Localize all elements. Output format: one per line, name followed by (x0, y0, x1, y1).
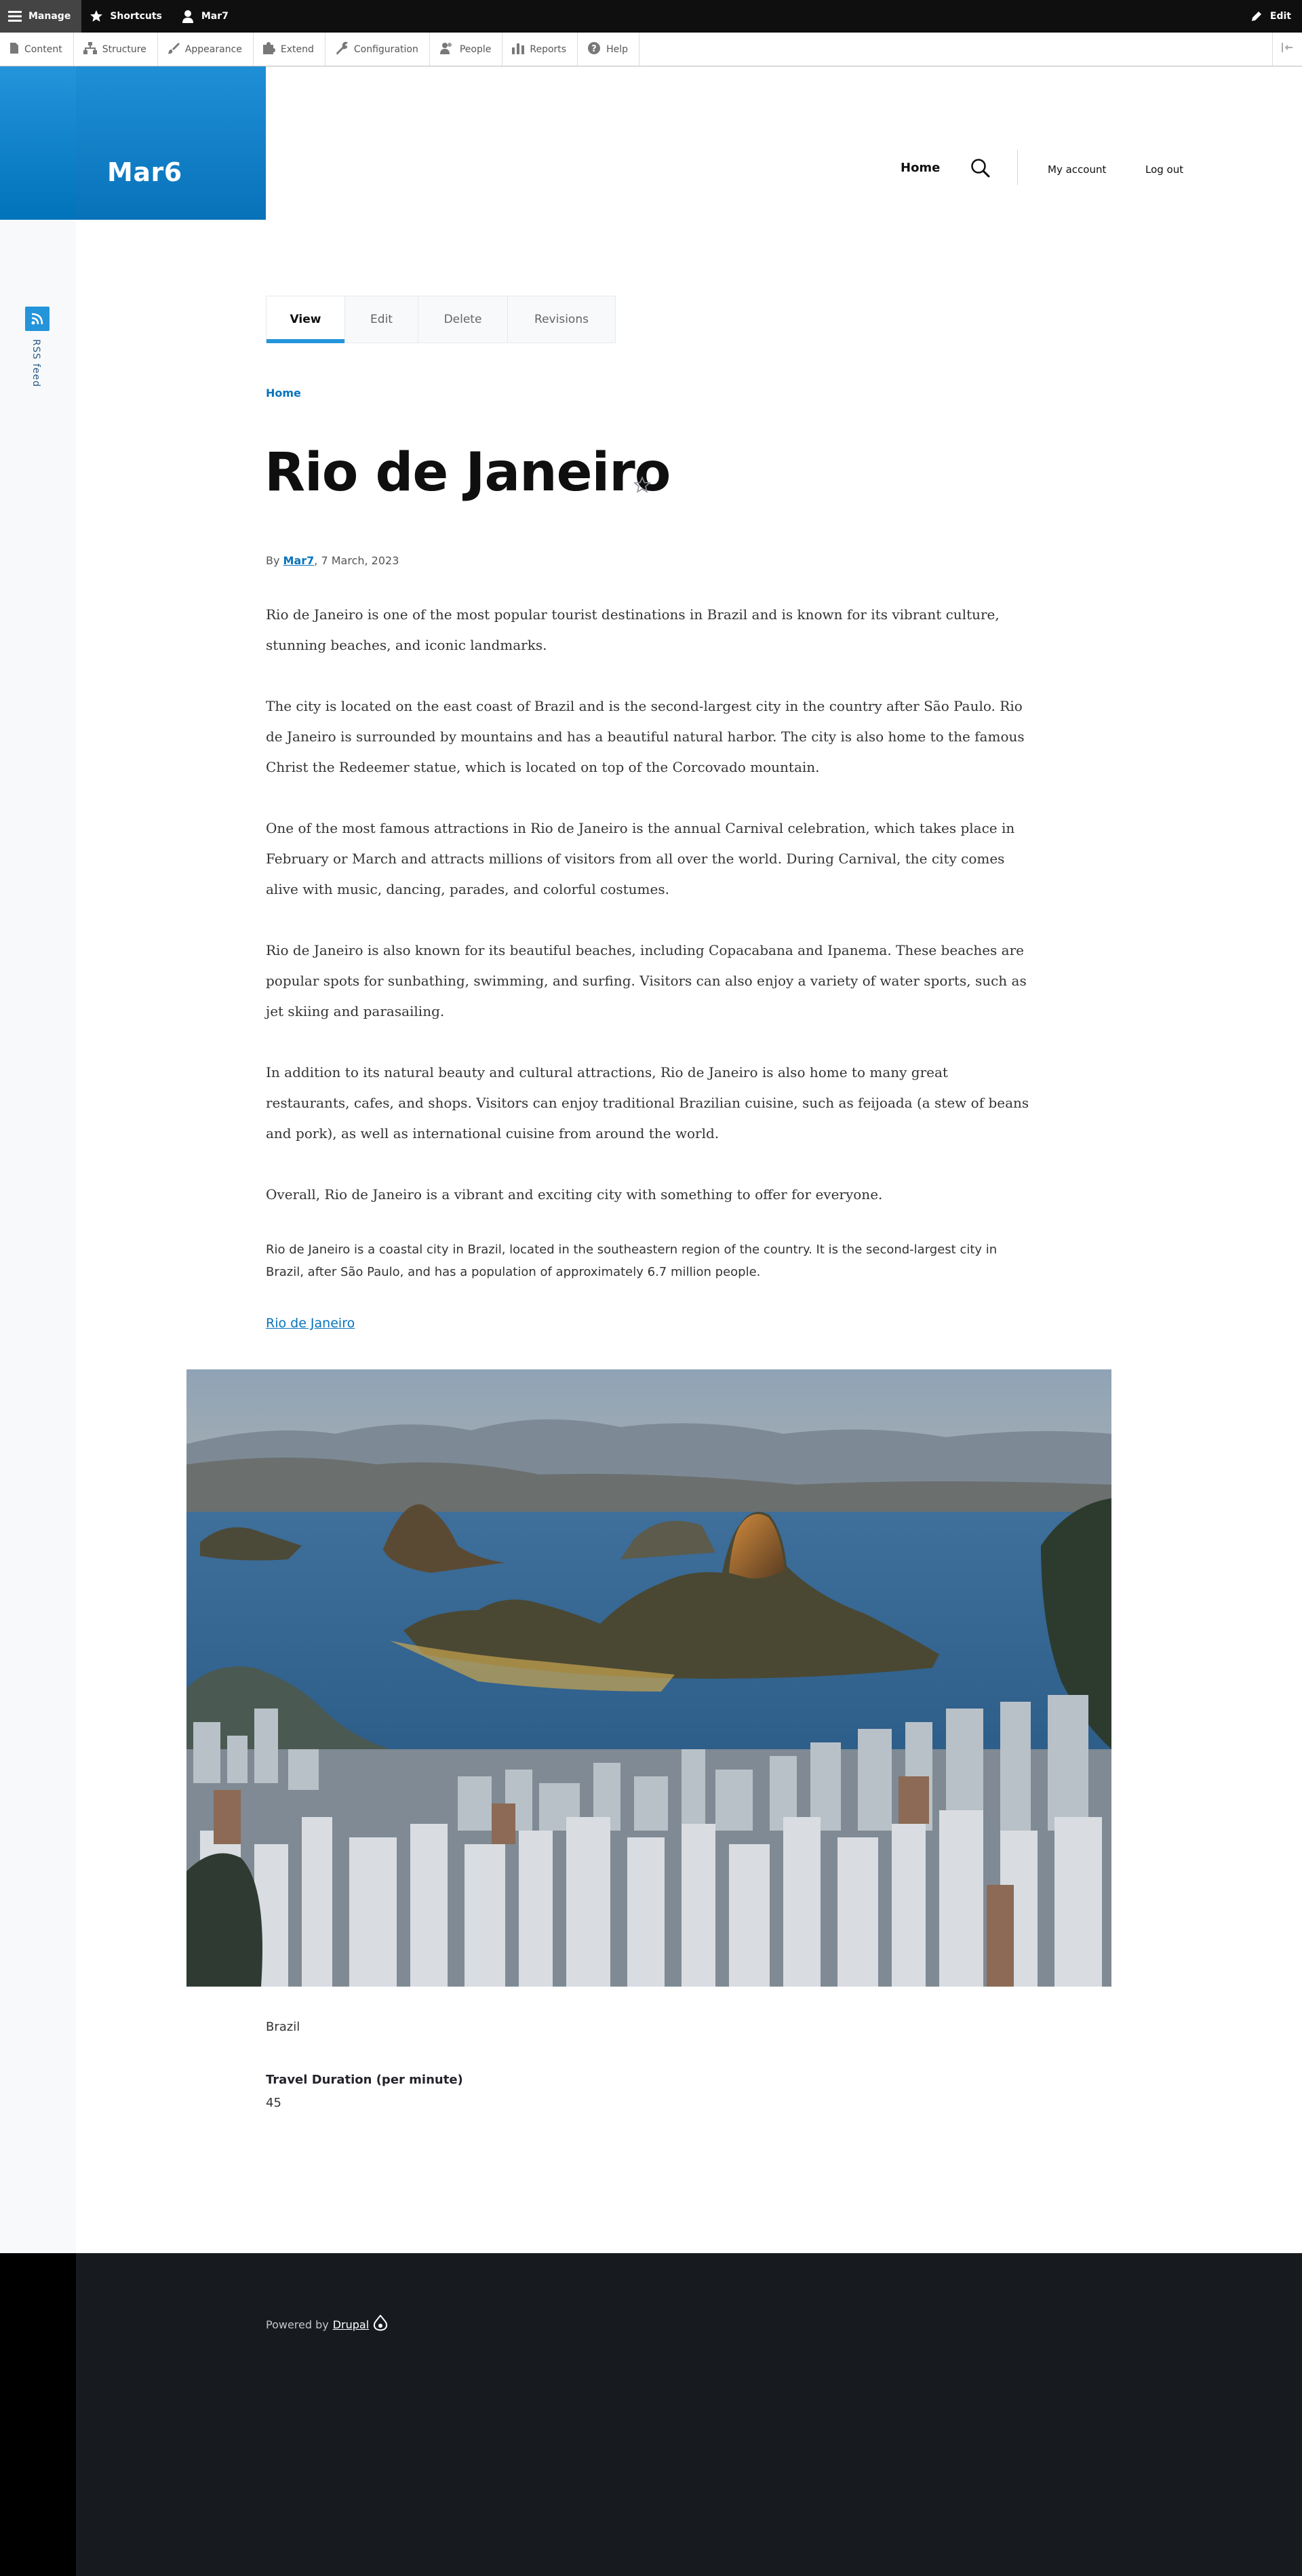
tray-orientation-toggle[interactable] (1272, 33, 1302, 66)
article-body: Rio de Janeiro is one of the most popula… (266, 600, 1032, 1241)
drupal-drop-icon (373, 2314, 388, 2334)
people-icon (439, 42, 454, 57)
tray-item-label: Content (24, 43, 62, 55)
manage-label: Manage (28, 11, 71, 22)
edit-label: Edit (1269, 11, 1291, 22)
powered-by: Powered by Drupal (266, 2314, 388, 2334)
breadcrumb-home-link[interactable]: Home (266, 387, 301, 399)
local-tasks-tabs: View Edit Delete Revisions (266, 296, 616, 343)
nav-divider (1017, 150, 1018, 185)
structure-icon (83, 41, 97, 57)
article-summary: Rio de Janeiro is a coastal city in Braz… (266, 1243, 998, 1279)
collapse-icon (1281, 43, 1294, 56)
main-navigation: Home My account Log out (901, 150, 1183, 185)
help-icon: ? (587, 41, 601, 58)
document-icon (9, 42, 19, 56)
wrench-icon (335, 41, 349, 58)
tray-item-label: Configuration (353, 43, 418, 55)
country-field: Brazil (266, 2020, 300, 2034)
star-icon (90, 9, 103, 23)
tray-item-appearance[interactable]: Appearance (158, 33, 254, 66)
user-label: Mar7 (201, 11, 229, 22)
rss-feed-label[interactable]: RSS feed (31, 339, 41, 387)
tab-revisions[interactable]: Revisions (508, 296, 615, 343)
page-title: Rio de Janeiro (264, 442, 671, 503)
tray-item-label: Reports (530, 43, 567, 55)
rio-de-janeiro-link[interactable]: Rio de Janeiro (266, 1316, 355, 1331)
author-link[interactable]: Mar7 (283, 554, 315, 567)
tray-item-label: People (459, 43, 492, 55)
site-name-link[interactable]: Mar6 (107, 157, 182, 187)
search-icon[interactable] (970, 158, 991, 181)
shortcuts-label: Shortcuts (110, 11, 162, 22)
left-rail (0, 66, 76, 2253)
puzzle-icon (262, 41, 275, 57)
publish-date: , 7 March, 2023 (314, 554, 399, 567)
tray-item-people[interactable]: People (430, 33, 503, 66)
user-button[interactable]: Mar7 (173, 0, 239, 33)
site-branding (0, 66, 266, 220)
tab-delete[interactable]: Delete (418, 296, 508, 343)
admin-tray: Content Structure Appearance Extend Conf… (0, 33, 1302, 66)
paintbrush-icon (167, 42, 180, 57)
pencil-icon (1250, 9, 1263, 23)
tray-item-label: Help (606, 43, 628, 55)
body-paragraph: Rio de Janeiro is also known for its bea… (266, 942, 1027, 1019)
body-paragraph: Overall, Rio de Janeiro is a vibrant and… (266, 1186, 883, 1203)
footer-left-rail (0, 2253, 76, 2576)
tray-item-configuration[interactable]: Configuration (326, 33, 430, 66)
tray-item-reports[interactable]: Reports (502, 33, 578, 66)
tray-item-label: Appearance (184, 43, 242, 55)
hero-image-rio (186, 1369, 1111, 1987)
tab-edit[interactable]: Edit (345, 296, 418, 343)
svg-text:?: ? (591, 44, 597, 54)
body-paragraph: Rio de Janeiro is one of the most popula… (266, 606, 1000, 653)
logout-link[interactable]: Log out (1145, 163, 1183, 176)
user-icon (181, 9, 195, 23)
body-paragraph: In addition to its natural beauty and cu… (266, 1064, 1029, 1141)
nav-home-link[interactable]: Home (901, 161, 940, 175)
tray-item-extend[interactable]: Extend (254, 33, 326, 66)
drupal-link[interactable]: Drupal (333, 2318, 369, 2331)
byline-prefix: By (266, 554, 280, 567)
tab-view[interactable]: View (267, 296, 345, 343)
tray-item-label: Structure (102, 43, 146, 55)
body-paragraph: The city is located on the east coast of… (266, 698, 1025, 775)
edit-mode-button[interactable]: Edit (1242, 0, 1302, 33)
rss-icon[interactable] (25, 307, 50, 331)
travel-duration-label: Travel Duration (per minute) (266, 2073, 463, 2087)
tray-item-label: Extend (280, 43, 314, 55)
site-branding-inner (76, 66, 266, 220)
my-account-link[interactable]: My account (1048, 163, 1106, 176)
tray-item-content[interactable]: Content (0, 33, 74, 66)
bar-chart-icon (512, 42, 525, 57)
tray-item-help[interactable]: ? Help (578, 33, 639, 66)
tray-item-structure[interactable]: Structure (74, 33, 158, 66)
body-paragraph: One of the most famous attractions in Ri… (266, 820, 1015, 897)
site-footer (76, 2253, 1302, 2576)
shortcuts-button[interactable]: Shortcuts (81, 0, 173, 33)
travel-duration-value: 45 (266, 2096, 281, 2110)
hamburger-icon (8, 9, 22, 23)
manage-button[interactable]: Manage (0, 0, 82, 33)
bookmark-star-icon[interactable] (633, 475, 651, 497)
powered-by-text: Powered by (266, 2318, 329, 2331)
byline: By Mar7, 7 March, 2023 (266, 554, 399, 567)
admin-toolbar: Manage Shortcuts Mar7 Edit (0, 0, 1302, 33)
